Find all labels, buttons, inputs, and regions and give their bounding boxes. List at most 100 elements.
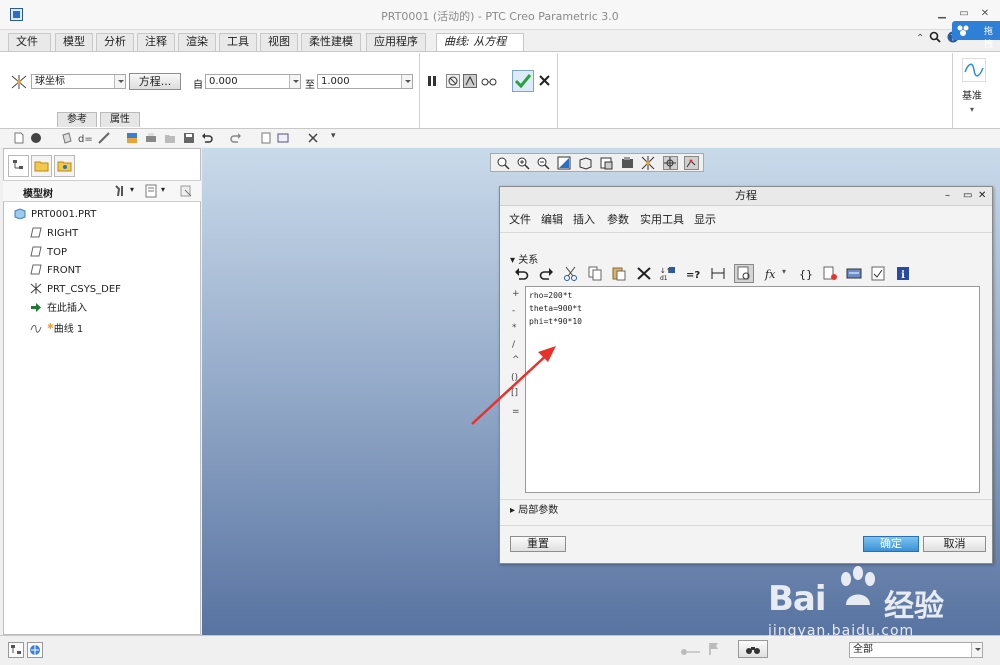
- paste-icon[interactable]: [611, 266, 627, 281]
- reset-button[interactable]: 重置: [510, 536, 566, 552]
- tab-curve-from-equation[interactable]: 曲线: 从方程: [436, 33, 524, 52]
- equation-button[interactable]: 方程...: [129, 73, 181, 90]
- tab-model[interactable]: 模型: [55, 33, 93, 51]
- folder-browser-tab-icon[interactable]: [31, 155, 52, 177]
- minimize-icon[interactable]: ▁: [935, 9, 949, 19]
- navigator-toggle-icon[interactable]: [8, 642, 24, 658]
- close-window-icon[interactable]: [307, 132, 319, 144]
- apply-check-button[interactable]: [512, 70, 534, 92]
- menu-edit[interactable]: 编辑: [541, 211, 563, 227]
- zoom-out-icon[interactable]: [536, 156, 551, 170]
- menu-show[interactable]: 显示: [694, 211, 716, 227]
- floating-drag-widget[interactable]: 拖拽: [952, 21, 1000, 50]
- tab-flexible-modeling[interactable]: 柔性建模: [301, 33, 361, 51]
- cancel-x-button[interactable]: [539, 75, 550, 86]
- display-style-icon[interactable]: [620, 156, 635, 170]
- function-dropdown-icon[interactable]: ▾: [782, 267, 786, 276]
- menu-file[interactable]: 文件: [509, 211, 531, 227]
- settings-dropdown-icon[interactable]: ▾: [130, 185, 134, 194]
- insert-brackets-icon[interactable]: {}: [797, 266, 813, 281]
- collapse-ribbon-icon[interactable]: ⌃: [916, 33, 924, 44]
- tree-item-right[interactable]: RIGHT: [30, 226, 78, 242]
- from-value-field[interactable]: 0.000: [205, 74, 301, 89]
- show-columns-icon[interactable]: [145, 184, 157, 198]
- tree-item-csys[interactable]: PRT_CSYS_DEF: [30, 282, 121, 298]
- tab-tools[interactable]: 工具: [219, 33, 257, 51]
- tab-analysis[interactable]: 分析: [96, 33, 134, 51]
- datum-display-filter-icon[interactable]: [641, 156, 656, 170]
- tab-render[interactable]: 渲染: [178, 33, 216, 51]
- tree-item-front[interactable]: FRONT: [30, 263, 81, 279]
- glasses-preview-icon[interactable]: [481, 74, 498, 88]
- cut-icon[interactable]: [563, 266, 579, 281]
- menu-insert[interactable]: 插入: [573, 211, 595, 227]
- open-folder-icon[interactable]: [164, 132, 176, 144]
- no-preview-icon[interactable]: [446, 74, 460, 88]
- saved-orientations-icon[interactable]: [599, 156, 614, 170]
- relations-editor[interactable]: rho=200*t theta=900*t phi=t*90*10: [525, 286, 980, 493]
- tree-item-curve[interactable]: ✱曲线 1: [30, 319, 83, 335]
- datum-dropdown-icon[interactable]: ▾: [970, 105, 974, 114]
- dialog-close-icon[interactable]: ✕: [978, 190, 986, 201]
- maximize-icon[interactable]: ▭: [957, 9, 971, 19]
- show-dropdown-icon[interactable]: ▾: [161, 185, 165, 194]
- filter-icon[interactable]: [179, 184, 193, 198]
- reorient-icon[interactable]: [578, 156, 593, 170]
- operator-minus[interactable]: -: [512, 306, 515, 316]
- insert-dimension-icon[interactable]: [710, 266, 726, 281]
- tree-item-part[interactable]: PRT0001.PRT: [14, 207, 96, 223]
- verify-relations-icon[interactable]: [734, 264, 754, 283]
- local-params-toggle[interactable]: ▸ 局部参数: [510, 501, 558, 516]
- redo-icon[interactable]: [538, 266, 554, 281]
- search-icon[interactable]: [929, 31, 941, 43]
- save-icon[interactable]: [183, 132, 195, 144]
- cancel-button[interactable]: 取消: [923, 536, 986, 552]
- tab-annotate[interactable]: 注释: [137, 33, 175, 51]
- regenerate-icon[interactable]: [260, 132, 272, 144]
- tab-applications[interactable]: 应用程序: [366, 33, 426, 51]
- datum-display-icon[interactable]: [61, 132, 73, 144]
- sub-tab-properties[interactable]: 属性: [100, 112, 140, 127]
- print-icon[interactable]: [145, 132, 157, 144]
- zoom-in-icon[interactable]: [516, 156, 531, 170]
- redo-icon[interactable]: [230, 132, 242, 144]
- sort-relations-icon[interactable]: ↓↑ d1: [660, 266, 676, 282]
- datum-label[interactable]: 基准: [962, 87, 982, 102]
- undo-icon[interactable]: [201, 132, 213, 144]
- model-tree-tab-icon[interactable]: [8, 155, 29, 177]
- copy-icon[interactable]: [587, 266, 603, 281]
- verify-preview-icon[interactable]: [463, 74, 477, 88]
- flag-icon[interactable]: [708, 642, 720, 656]
- dimension-icon[interactable]: d=: [78, 132, 94, 145]
- repaint-icon[interactable]: [557, 156, 572, 170]
- delete-icon[interactable]: [636, 266, 652, 281]
- sub-tab-references[interactable]: 参考: [57, 112, 97, 127]
- annotation-display-icon[interactable]: [684, 156, 699, 170]
- ok-button[interactable]: 确定: [863, 536, 919, 552]
- tree-item-insert-here[interactable]: 在此插入: [30, 301, 87, 317]
- datum-curve-icon[interactable]: [962, 58, 986, 82]
- info-icon[interactable]: i: [895, 266, 911, 281]
- find-binoculars-button[interactable]: [738, 640, 768, 658]
- checklist-icon[interactable]: [870, 266, 886, 281]
- customize-toolbar-icon[interactable]: ▾: [331, 131, 336, 141]
- refit-icon[interactable]: [496, 156, 511, 170]
- render-icon[interactable]: [126, 132, 138, 144]
- tree-item-top[interactable]: TOP: [30, 245, 67, 261]
- favorites-tab-icon[interactable]: [54, 155, 75, 177]
- display-results-icon[interactable]: [846, 266, 862, 281]
- settings-tools-icon[interactable]: [113, 184, 127, 198]
- menu-utilities[interactable]: 实用工具: [640, 211, 684, 227]
- close-icon[interactable]: ✕: [978, 9, 992, 19]
- window-icon[interactable]: [277, 132, 289, 144]
- measure-icon[interactable]: [98, 132, 110, 144]
- relations-section-toggle[interactable]: ▾ 关系: [510, 251, 538, 266]
- coordinate-type-select[interactable]: 球坐标: [31, 74, 126, 89]
- function-icon[interactable]: fx: [764, 266, 784, 281]
- appearance-icon[interactable]: [30, 132, 42, 144]
- menu-parameters[interactable]: 参数: [607, 211, 629, 227]
- browser-toggle-icon[interactable]: [27, 642, 43, 658]
- tab-file[interactable]: 文件 ▾: [8, 33, 51, 64]
- pause-icon[interactable]: [426, 74, 438, 88]
- spin-center-icon[interactable]: [663, 156, 678, 170]
